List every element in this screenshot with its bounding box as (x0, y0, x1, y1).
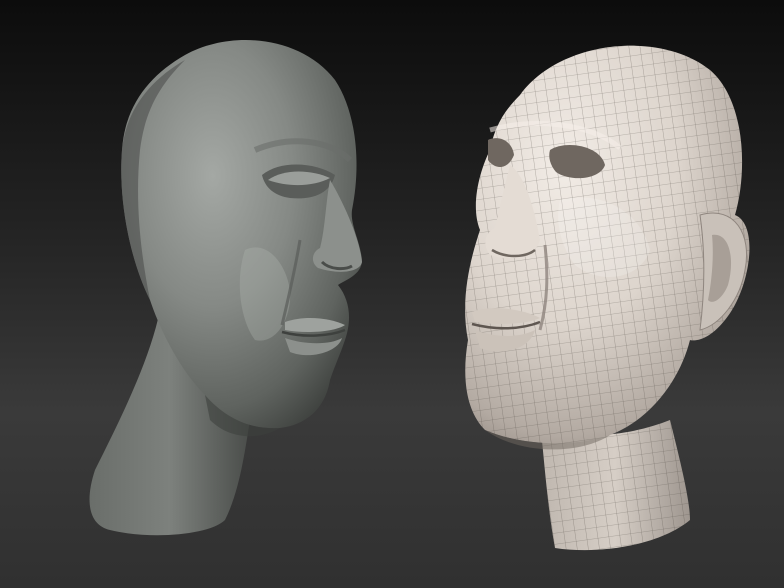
scene-canvas (89, 40, 750, 551)
render-viewport (0, 0, 784, 588)
sculpt-head-wireframe (465, 45, 750, 551)
sculpt-head-smooth (89, 40, 362, 536)
